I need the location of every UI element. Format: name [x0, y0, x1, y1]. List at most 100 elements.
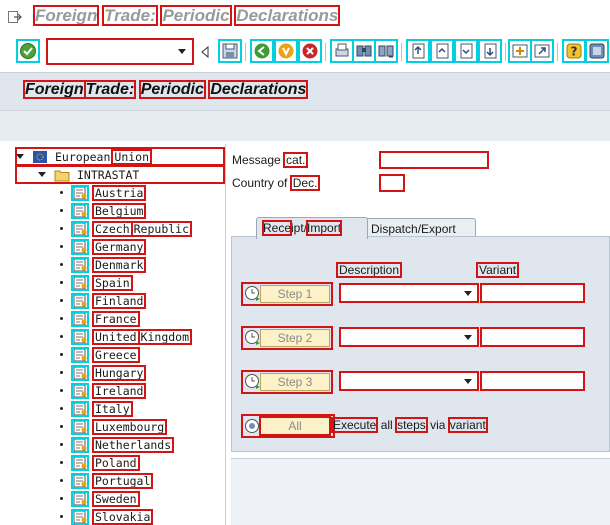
tree-node-label: Czech: [92, 220, 133, 237]
step-2-button[interactable]: Step 2: [241, 326, 333, 350]
program-title-word: Trade:: [83, 80, 137, 99]
tree-node-country[interactable]: Greece: [12, 346, 140, 363]
step-2-description-select[interactable]: [339, 327, 479, 347]
chevron-down-icon[interactable]: [178, 49, 186, 54]
report-node-icon: [71, 202, 89, 219]
application-toolbar: [0, 110, 610, 141]
step-3-variant-input[interactable]: [480, 371, 585, 391]
tree-node-country[interactable]: Ireland: [12, 382, 147, 399]
tree-node-label: Ireland: [91, 382, 147, 399]
tree-node-country[interactable]: Slovakia: [12, 508, 154, 525]
create-session-button[interactable]: [508, 39, 532, 63]
report-node-icon: [71, 472, 89, 489]
execute-all-button[interactable]: All: [241, 414, 335, 438]
find-next-button[interactable]: [374, 39, 398, 63]
menu-exit-icon[interactable]: [8, 11, 22, 23]
tree-node-label: Austria: [91, 184, 147, 201]
chevron-down-icon[interactable]: [464, 335, 472, 340]
tree-node-country[interactable]: Italy: [12, 400, 133, 417]
bullet-icon: [60, 461, 63, 464]
step-1-description-select[interactable]: [339, 283, 479, 303]
bullet-icon: [60, 371, 63, 374]
tree-node-country[interactable]: Sweden: [12, 490, 140, 507]
program-title-word: Declarations: [208, 80, 309, 99]
settings-button[interactable]: [585, 39, 609, 63]
save-button[interactable]: [218, 39, 242, 63]
program-title-word: Foreign: [23, 80, 86, 99]
step-2-variant-input[interactable]: [480, 327, 585, 347]
program-title-word: Periodic: [138, 80, 206, 99]
help-button[interactable]: ?: [562, 39, 586, 63]
previous-page-icon: [436, 43, 449, 59]
country-of-dec-label: Country of Dec.: [232, 175, 321, 191]
variant-header: Variant: [475, 262, 520, 278]
command-field[interactable]: [46, 38, 194, 65]
tree-node-country[interactable]: Netherlands: [12, 436, 175, 453]
tree-node-country[interactable]: Portugal: [12, 472, 154, 489]
report-node-icon: [71, 508, 89, 525]
print-button[interactable]: [330, 39, 354, 63]
bullet-icon: [60, 335, 63, 338]
country-of-dec-input[interactable]: [379, 174, 405, 192]
step-1-variant-input[interactable]: [480, 283, 585, 303]
expand-arrow-icon[interactable]: [38, 172, 46, 177]
tree-node-intrastat[interactable]: INTRASTAT: [15, 165, 225, 184]
tree-node-country[interactable]: Finland: [12, 292, 147, 309]
next-page-icon: [460, 43, 473, 59]
message-cat-input[interactable]: [379, 151, 489, 169]
description-header: Description: [335, 262, 403, 278]
enter-button[interactable]: [16, 39, 40, 63]
text-word: variant: [447, 417, 488, 433]
tree-node-country[interactable]: France: [12, 310, 140, 327]
first-page-button[interactable]: [406, 39, 430, 63]
bullet-icon: [60, 479, 63, 482]
tab-dispatch-export[interactable]: Dispatch/Export: [364, 218, 476, 238]
last-page-button[interactable]: [478, 39, 502, 63]
tree-node-country[interactable]: Germany: [12, 238, 147, 255]
tree-node-country[interactable]: Denmark: [12, 256, 147, 273]
tab-receipt-import[interactable]: Receipt/Import: [256, 217, 368, 239]
chevron-down-icon[interactable]: [464, 379, 472, 384]
report-node-icon: [71, 418, 89, 435]
step-3-button[interactable]: Step 3: [241, 370, 333, 394]
tree-node-label: Denmark: [91, 256, 147, 273]
help-icon: ?: [566, 43, 582, 59]
cancel-button[interactable]: [298, 39, 322, 63]
collapse-toolbar-icon[interactable]: [200, 46, 210, 58]
first-page-icon: [412, 43, 425, 59]
report-node-icon: [71, 364, 89, 381]
tree-node-country[interactable]: Luxembourg: [12, 418, 168, 435]
tree-node-country[interactable]: Czech Republic: [12, 220, 193, 237]
tree-node-label: INTRASTAT: [77, 167, 140, 182]
tree-node-label: United: [92, 328, 140, 345]
label-word: of: [277, 176, 288, 190]
find-button[interactable]: [352, 39, 376, 63]
back-button[interactable]: [250, 39, 274, 63]
eu-flag-icon: [33, 150, 47, 163]
last-page-icon: [484, 43, 497, 59]
selection-panel: Message cat. Country of Dec. Receipt/Imp…: [228, 144, 610, 525]
exit-button[interactable]: [274, 39, 298, 63]
tree-node-country[interactable]: Austria: [12, 184, 147, 201]
shortcut-button[interactable]: [530, 39, 554, 63]
next-page-button[interactable]: [454, 39, 478, 63]
tree-node-country[interactable]: Spain: [12, 274, 133, 291]
title-word: Trade:: [102, 5, 158, 26]
previous-page-button[interactable]: [430, 39, 454, 63]
tree-node-label: Kingdom: [137, 328, 193, 345]
step-1-button[interactable]: Step 1: [241, 282, 333, 306]
title-word: Declarations: [234, 5, 341, 26]
tree-node-european-union[interactable]: European Union: [15, 147, 225, 166]
tree-node-country[interactable]: United Kingdom: [12, 328, 193, 345]
bullet-icon: [60, 515, 63, 518]
tree-node-country[interactable]: Belgium: [12, 202, 147, 219]
step-3-description-select[interactable]: [339, 371, 479, 391]
tree-node-country[interactable]: Hungary: [12, 364, 147, 381]
expand-arrow-icon[interactable]: [16, 154, 24, 159]
chevron-down-icon[interactable]: [464, 291, 472, 296]
tree-node-country[interactable]: Poland: [12, 454, 140, 471]
report-node-icon: [71, 238, 89, 255]
report-node-icon: [71, 436, 89, 453]
tree-node-label: Republic: [130, 220, 193, 237]
bullet-icon: [60, 245, 63, 248]
